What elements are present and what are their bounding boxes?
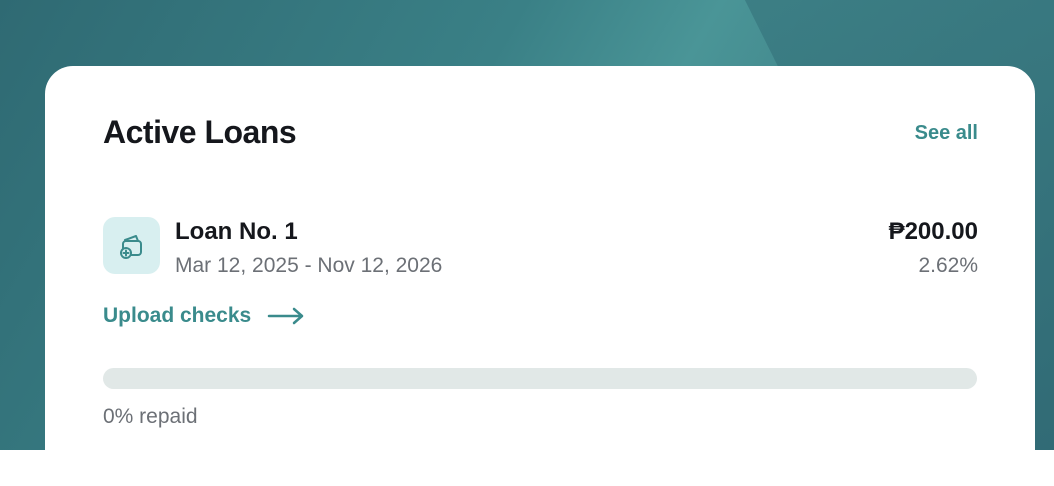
loan-rate: 2.62%	[918, 254, 978, 277]
active-loans-card: Active Loans See all Loan No. 1 Mar 12, …	[45, 66, 1035, 486]
loan-dates: Mar 12, 2025 - Nov 12, 2026	[175, 254, 443, 277]
repayment-progress-bar	[103, 368, 977, 389]
loan-name: Loan No. 1	[175, 218, 298, 245]
loan-amount: ₱200.00	[888, 218, 978, 245]
repayment-progress-label: 0% repaid	[103, 405, 198, 428]
see-all-link[interactable]: See all	[915, 122, 978, 145]
wallet-plus-icon	[103, 217, 160, 274]
arrow-right-icon	[267, 306, 305, 326]
upload-checks-link[interactable]: Upload checks	[103, 304, 305, 328]
upload-checks-label: Upload checks	[103, 304, 252, 327]
section-title: Active Loans	[103, 114, 297, 150]
